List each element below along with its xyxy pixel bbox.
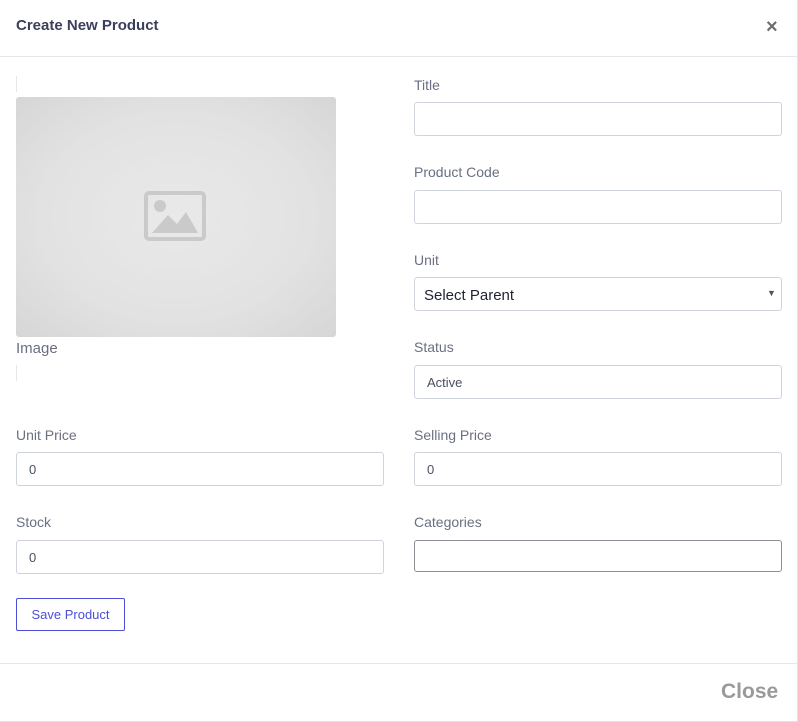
categories-label: Categories [414, 514, 482, 530]
modal-header: Create New Product × [0, 0, 798, 57]
categories-input[interactable] [414, 540, 782, 572]
chevron-down-icon: ▼ [767, 288, 776, 298]
selling-price-input[interactable] [414, 452, 782, 486]
unit-label: Unit [414, 252, 439, 268]
status-label: Status [414, 339, 454, 355]
image-placeholder-icon [144, 191, 206, 241]
image-upload-area[interactable] [16, 97, 336, 337]
save-product-button[interactable]: Save Product [16, 598, 125, 631]
unit-select[interactable]: Select Parent ▼ [414, 277, 782, 311]
image-divider-bottom [16, 365, 17, 381]
title-label: Title [414, 77, 440, 93]
modal-footer: Close [0, 663, 798, 722]
unit-price-input[interactable] [16, 452, 384, 486]
stock-label: Stock [16, 514, 52, 530]
close-icon[interactable]: × [766, 17, 778, 37]
status-input[interactable] [414, 365, 782, 399]
title-input[interactable] [414, 102, 782, 136]
image-label: Image [16, 340, 58, 357]
unit-select-value: Select Parent [424, 287, 515, 304]
modal-title: Create New Product [16, 17, 159, 34]
unit-price-label: Unit Price [16, 427, 77, 443]
image-divider-top [16, 76, 17, 92]
create-product-modal: Create New Product × Image Title Product… [0, 0, 798, 722]
selling-price-label: Selling Price [414, 427, 492, 443]
stock-input[interactable] [16, 540, 384, 574]
close-button[interactable]: Close [721, 680, 778, 704]
product-code-input[interactable] [414, 190, 782, 224]
product-code-label: Product Code [414, 164, 500, 180]
